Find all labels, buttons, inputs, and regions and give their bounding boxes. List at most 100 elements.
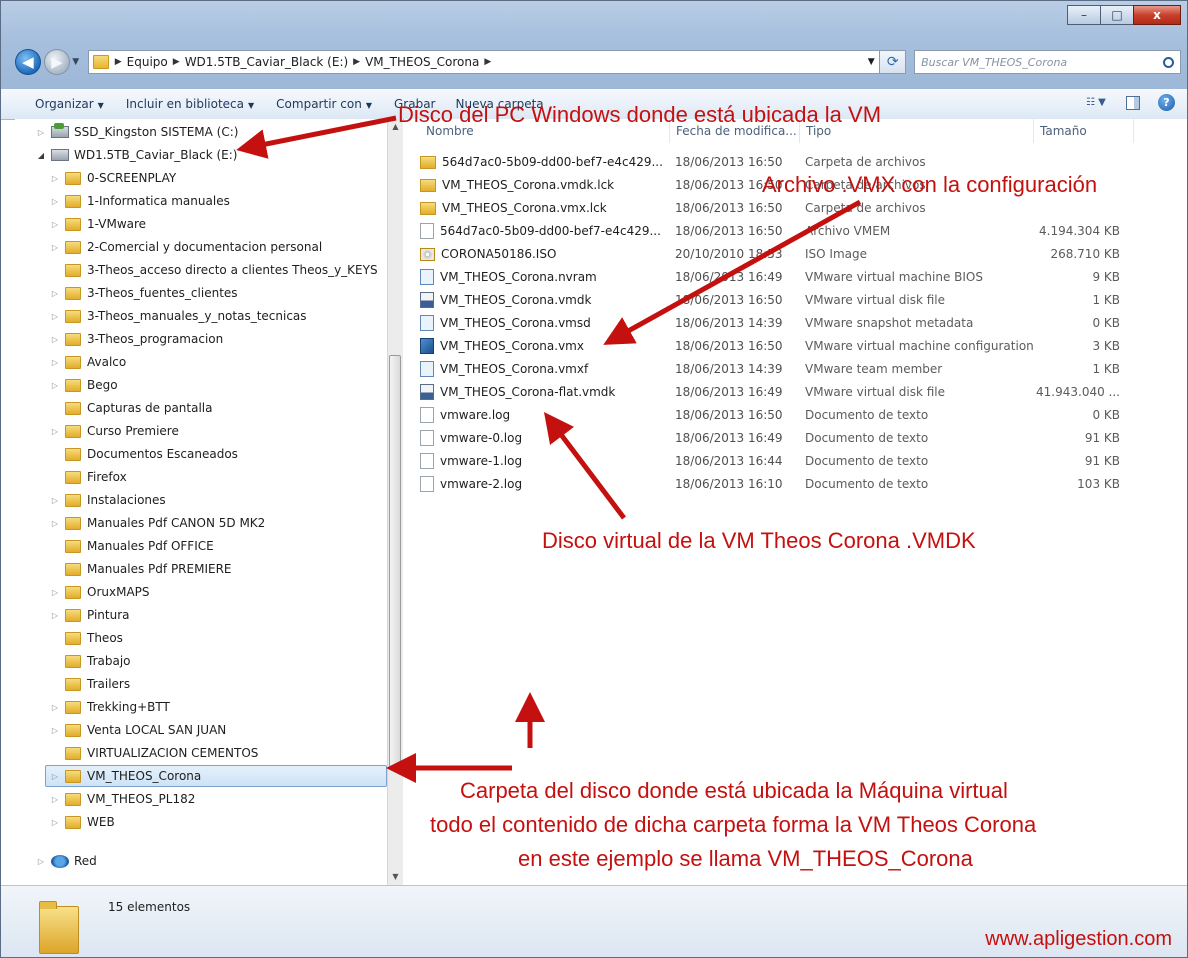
tree-item-folder[interactable]: ▷ Instalaciones <box>49 489 166 511</box>
tree-item-label: 3-Theos_manuales_y_notas_tecnicas <box>87 309 307 323</box>
file-row[interactable]: VM_THEOS_Corona.vmdk 18/06/2013 16:50 VMwa… <box>420 289 1140 311</box>
change-view-icon[interactable]: ☷ ▼ <box>1086 96 1108 110</box>
back-arrow-icon[interactable]: ◀ <box>15 49 41 75</box>
expand-triangle-icon[interactable]: ▷ <box>49 726 61 735</box>
tree-item-folder[interactable]: ▷ VM_THEOS_Corona <box>45 765 387 787</box>
expand-triangle-icon[interactable]: ▷ <box>49 220 61 229</box>
search-icon[interactable] <box>1163 56 1174 68</box>
breadcrumb-equipo[interactable]: Equipo <box>127 55 168 69</box>
tree-item-folder[interactable]: ▷ 0-SCREENPLAY <box>49 167 176 189</box>
tree-item-folder[interactable]: VIRTUALIZACION CEMENTOS <box>49 742 258 764</box>
tree-item-folder[interactable]: Firefox <box>49 466 127 488</box>
tree-item-folder[interactable]: ▷ VM_THEOS_PL182 <box>49 788 195 810</box>
expand-triangle-icon[interactable]: ▷ <box>49 427 61 436</box>
tree-item-folder[interactable]: ▷ Pintura <box>49 604 130 626</box>
refresh-icon[interactable]: ⟳ <box>880 50 907 74</box>
tree-item-folder[interactable]: ▷ 1-Informatica manuales <box>49 190 230 212</box>
expand-triangle-icon[interactable]: ▷ <box>49 335 61 344</box>
tree-item-folder[interactable]: ▷ 3-Theos_manuales_y_notas_tecnicas <box>49 305 307 327</box>
tree-item-folder[interactable]: ▷ 3-Theos_fuentes_clientes <box>49 282 238 304</box>
expand-triangle-icon[interactable]: ▷ <box>49 243 61 252</box>
file-row[interactable]: vmware-2.log 18/06/2013 16:10 Documento de… <box>420 473 1140 495</box>
expand-triangle-icon[interactable]: ▷ <box>49 818 61 827</box>
tree-item-folder[interactable]: Capturas de pantalla <box>49 397 212 419</box>
minimize-button[interactable]: – <box>1067 5 1101 25</box>
expand-triangle-icon[interactable]: ▷ <box>49 795 61 804</box>
tree-item-folder[interactable]: ▷ Venta LOCAL SAN JUAN <box>49 719 226 741</box>
scrollbar-thumb[interactable] <box>389 355 401 767</box>
breadcrumb-folder[interactable]: VM_THEOS_Corona <box>365 55 479 69</box>
file-row[interactable]: VM_THEOS_Corona.vmx.lck 18/06/2013 16:50 C… <box>420 197 1140 219</box>
file-row[interactable]: VM_THEOS_Corona-flat.vmdk 18/06/2013 16:4… <box>420 381 1140 403</box>
tree-item-drive[interactable]: ▷ SSD_Kingston SISTEMA (C:) <box>35 121 238 143</box>
expand-triangle-icon[interactable]: ▷ <box>49 312 61 321</box>
expand-triangle-icon[interactable]: ▷ <box>49 772 61 781</box>
history-dropdown-icon[interactable]: ▼ <box>70 57 82 67</box>
breadcrumb-drive[interactable]: WD1.5TB_Caviar_Black (E:) <box>185 55 348 69</box>
expanded-triangle-icon[interactable]: ◢ <box>35 151 47 160</box>
expand-triangle-icon[interactable]: ▷ <box>49 381 61 390</box>
expand-triangle-icon[interactable]: ▷ <box>35 857 47 866</box>
tree-item-folder[interactable]: ▷ Avalco <box>49 351 126 373</box>
file-date: 18/06/2013 16:50 <box>675 293 783 307</box>
tree-item-drive[interactable]: ◢ WD1.5TB_Caviar_Black (E:) <box>35 144 238 166</box>
file-name: VM_THEOS_Corona.vmxf <box>440 362 589 376</box>
expand-triangle-icon[interactable]: ▷ <box>49 588 61 597</box>
tree-item-network[interactable]: ▷ Red <box>35 850 97 872</box>
help-icon[interactable]: ? <box>1158 94 1175 111</box>
tree-item-folder[interactable]: Theos <box>49 627 123 649</box>
expand-triangle-icon[interactable]: ▷ <box>49 289 61 298</box>
tree-item-folder[interactable]: 3-Theos_acceso directo a clientes Theos_… <box>49 259 378 281</box>
annotation-disk: Disco del PC Windows donde está ubicada … <box>398 102 882 127</box>
file-row[interactable]: VM_THEOS_Corona.nvram 18/06/2013 16:49 VMw… <box>420 266 1140 288</box>
tree-item-folder[interactable]: Documentos Escaneados <box>49 443 238 465</box>
expand-triangle-icon[interactable]: ▷ <box>49 703 61 712</box>
breadcrumb-separator-icon[interactable]: ▶ <box>484 57 491 67</box>
scroll-down-icon[interactable]: ▼ <box>388 869 403 885</box>
address-bar[interactable]: ▶ Equipo ▶ WD1.5TB_Caviar_Black (E:) ▶ V… <box>87 50 881 74</box>
file-row[interactable]: VM_THEOS_Corona.vmsd 18/06/2013 14:39 VMwa… <box>420 312 1140 334</box>
file-row[interactable]: vmware-0.log 18/06/2013 16:49 Documento de… <box>420 427 1140 449</box>
tree-item-folder[interactable]: ▷ 3-Theos_programacion <box>49 328 223 350</box>
breadcrumb-separator-icon[interactable]: ▶ <box>115 57 122 67</box>
expand-triangle-icon[interactable]: ▷ <box>49 197 61 206</box>
expand-triangle-icon[interactable]: ▷ <box>49 358 61 367</box>
nav-scrollbar[interactable]: ▲ ▼ <box>387 119 403 885</box>
tree-item-folder[interactable]: Manuales Pdf PREMIERE <box>49 558 232 580</box>
file-row[interactable]: 564d7ac0-5b09-dd00-bef7-e4c429... 18/06/2… <box>420 151 1140 173</box>
expand-triangle-icon[interactable]: ▷ <box>49 519 61 528</box>
expand-triangle-icon[interactable]: ▷ <box>35 128 47 137</box>
tree-item-folder[interactable]: Trabajo <box>49 650 131 672</box>
tree-item-folder[interactable]: ▷ WEB <box>49 811 115 833</box>
file-row[interactable]: 564d7ac0-5b09-dd00-bef7-e4c429... 18/06/2… <box>420 220 1140 242</box>
include-library-menu[interactable]: Incluir en biblioteca ▼ <box>126 97 254 111</box>
tree-item-folder[interactable]: ▷ 1-VMware <box>49 213 146 235</box>
expand-triangle-icon[interactable]: ▷ <box>49 174 61 183</box>
breadcrumb-separator-icon[interactable]: ▶ <box>173 57 180 67</box>
expand-triangle-icon[interactable]: ▷ <box>49 496 61 505</box>
share-menu[interactable]: Compartir con ▼ <box>276 97 372 111</box>
preview-pane-icon[interactable] <box>1126 95 1140 110</box>
file-row[interactable]: vmware-1.log 18/06/2013 16:44 Documento de… <box>420 450 1140 472</box>
tree-item-folder[interactable]: ▷ Bego <box>49 374 118 396</box>
tree-item-folder[interactable]: Manuales Pdf OFFICE <box>49 535 214 557</box>
tree-item-folder[interactable]: ▷ 2-Comercial y documentacion personal <box>49 236 322 258</box>
address-dropdown-icon[interactable]: ▼ <box>863 57 879 67</box>
file-row[interactable]: VM_THEOS_Corona.vmxf 18/06/2013 14:39 VMwa… <box>420 358 1140 380</box>
column-header-size[interactable]: Tamaño <box>1034 119 1134 143</box>
close-button[interactable]: x <box>1133 5 1181 25</box>
tree-item-folder[interactable]: ▷ Curso Premiere <box>49 420 179 442</box>
tree-item-folder[interactable]: Trailers <box>49 673 130 695</box>
tree-item-folder[interactable]: ▷ Trekking+BTT <box>49 696 170 718</box>
tree-item-folder[interactable]: ▷ Manuales Pdf CANON 5D MK2 <box>49 512 265 534</box>
tree-item-folder[interactable]: ▷ OruxMAPS <box>49 581 150 603</box>
file-row[interactable]: vmware.log 18/06/2013 16:50 Documento de t… <box>420 404 1140 426</box>
forward-arrow-icon[interactable]: ▶ <box>43 49 70 75</box>
maximize-button[interactable]: □ <box>1100 5 1134 25</box>
breadcrumb-separator-icon[interactable]: ▶ <box>353 57 360 67</box>
file-row[interactable]: VM_THEOS_Corona.vmx 18/06/2013 16:50 VMwar… <box>420 335 1140 357</box>
expand-triangle-icon[interactable]: ▷ <box>49 611 61 620</box>
organize-menu[interactable]: Organizar ▼ <box>35 97 104 111</box>
file-row[interactable]: CORONA50186.ISO 20/10/2010 18:53 ISO Image… <box>420 243 1140 265</box>
search-input[interactable]: Buscar VM_THEOS_Corona <box>914 50 1181 74</box>
